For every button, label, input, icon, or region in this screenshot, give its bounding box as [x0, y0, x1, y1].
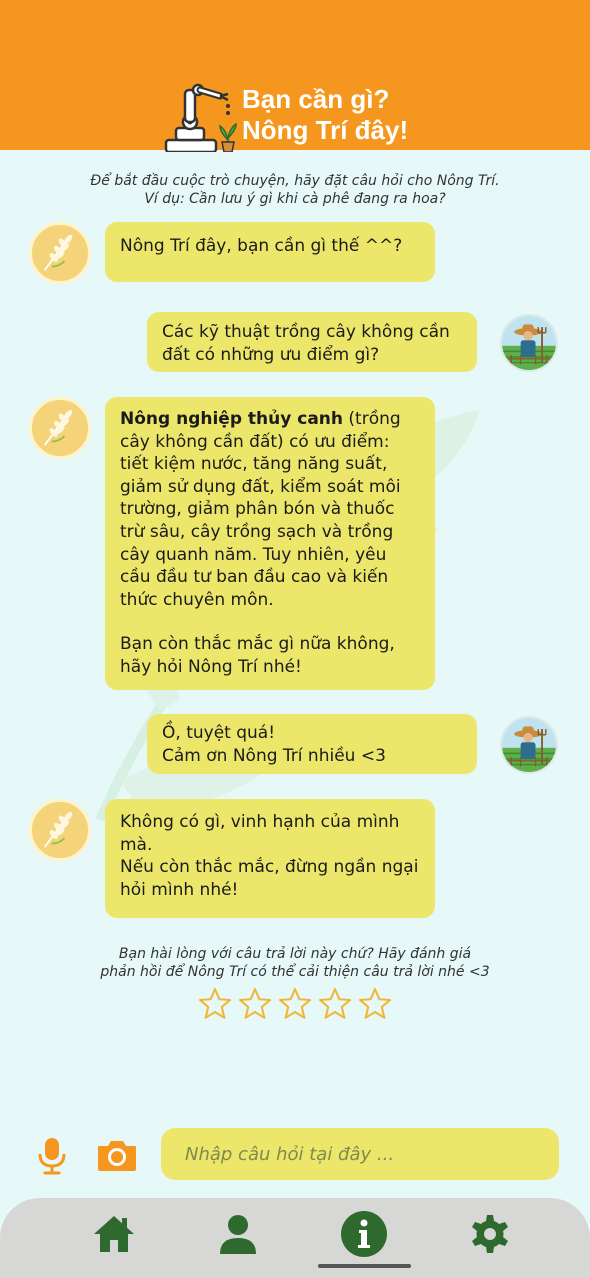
bot-message-bubble: Nông Trí đây, bạn cần gì thế ^^?	[105, 222, 435, 282]
bot-avatar	[29, 222, 91, 284]
bot-avatar	[29, 397, 91, 459]
star-1-icon[interactable]	[197, 986, 233, 1022]
bot-message-line2: Nếu còn thắc mắc, đừng ngần ngại hỏi mìn…	[120, 857, 419, 900]
user-message-line1: Ồ, tuyệt quá!	[162, 723, 276, 743]
user-message-text: Các kỹ thuật trồng cây không cần đất có …	[162, 322, 450, 365]
bot-message-bold: Nông nghiệp thủy canh	[120, 409, 344, 429]
camera-icon[interactable]	[96, 1138, 138, 1172]
star-3-icon[interactable]	[277, 986, 313, 1022]
rice-plant-icon	[43, 811, 73, 848]
home-icon[interactable]	[92, 1212, 136, 1256]
rating-prompt: Bạn hài lòng với câu trả lời này chứ? Hã…	[60, 945, 530, 981]
header-title-line2: Nông Trí đây!	[242, 115, 409, 145]
farmer-avatar	[502, 316, 556, 370]
question-input[interactable]	[161, 1128, 559, 1180]
bot-message-text: Nông Trí đây, bạn cần gì thế ^^?	[120, 236, 403, 256]
app-header: Bạn cần gì? Nông Trí đây!	[0, 0, 590, 152]
bot-message-bubble: Không có gì, vinh hạnh của mình mà. Nếu …	[105, 799, 435, 918]
header-title: Bạn cần gì? Nông Trí đây!	[242, 84, 582, 146]
user-avatar	[500, 716, 558, 774]
bot-avatar	[29, 799, 91, 861]
user-avatar	[500, 314, 558, 372]
active-tab-indicator	[318, 1264, 411, 1268]
rice-plant-icon	[43, 234, 73, 271]
user-message-bubble: Các kỹ thuật trồng cây không cần đất có …	[147, 312, 477, 372]
intro-line2: Ví dụ: Cần lưu ý gì khi cà phê đang ra h…	[144, 191, 446, 207]
bot-message-text: Nông nghiệp thủy canh (trồng cây không c…	[120, 408, 420, 611]
info-icon[interactable]	[340, 1210, 388, 1258]
robot-arm-icon	[164, 83, 237, 152]
bot-message-body: (trồng cây không cần đất) có ưu điểm: ti…	[120, 409, 401, 610]
bot-message-bubble: Nông nghiệp thủy canh (trồng cây không c…	[105, 397, 435, 690]
star-rating	[197, 986, 397, 1022]
star-4-icon[interactable]	[317, 986, 353, 1022]
intro-line1: Để bắt đầu cuộc trò chuyện, hãy đặt câu …	[90, 173, 500, 189]
rice-plant-icon	[43, 409, 73, 446]
rating-prompt-line2: phản hồi để Nông Trí có thể cải thiện câ…	[100, 964, 490, 980]
rating-prompt-line1: Bạn hài lòng với câu trả lời này chứ? Hã…	[118, 946, 472, 962]
bot-message-line1: Không có gì, vinh hạnh của mình mà.	[120, 812, 400, 855]
user-message-line2: Cảm ơn Nông Trí nhiều <3	[162, 745, 386, 766]
bottom-nav	[0, 1198, 590, 1278]
microphone-icon[interactable]	[36, 1136, 68, 1176]
star-2-icon[interactable]	[237, 986, 273, 1022]
header-title-line1: Bạn cần gì?	[242, 84, 390, 114]
bot-message-followup: Bạn còn thắc mắc gì nữa không, hãy hỏi N…	[120, 634, 395, 677]
farmer-avatar	[502, 718, 556, 772]
intro-text: Để bắt đầu cuộc trò chuyện, hãy đặt câu …	[40, 172, 550, 208]
user-message-bubble: Ồ, tuyệt quá! Cảm ơn Nông Trí nhiều <3	[147, 714, 477, 774]
settings-icon[interactable]	[468, 1212, 512, 1256]
star-5-icon[interactable]	[357, 986, 393, 1022]
profile-icon[interactable]	[216, 1212, 260, 1256]
